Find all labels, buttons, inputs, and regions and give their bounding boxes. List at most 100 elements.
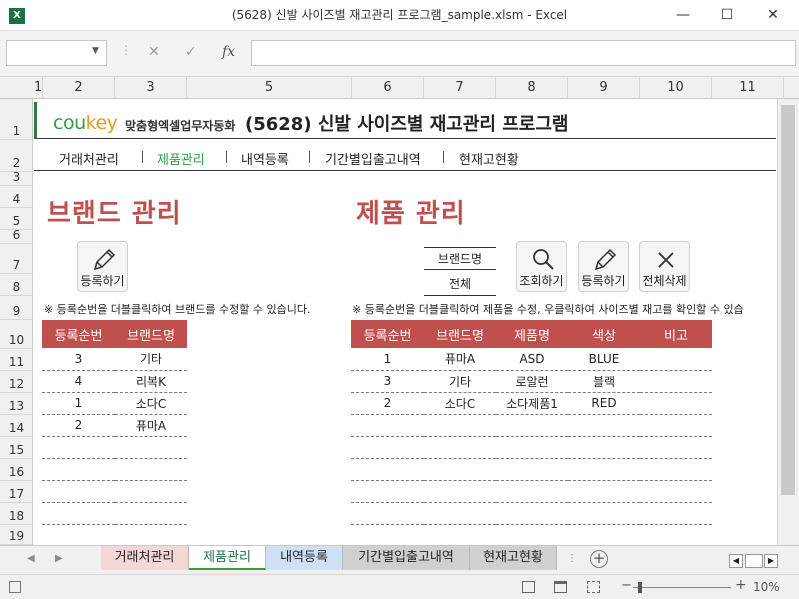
table-cell[interactable]: [640, 414, 712, 437]
table-row[interactable]: [42, 436, 187, 459]
row-header[interactable]: 4: [0, 186, 33, 208]
column-header[interactable]: 6: [352, 77, 424, 99]
table-cell[interactable]: [496, 458, 568, 481]
row-header[interactable]: 2: [0, 140, 33, 172]
table-cell[interactable]: [640, 392, 712, 415]
table-row[interactable]: [42, 480, 187, 503]
table-row[interactable]: 2 소다C 소다제품1 RED: [351, 392, 712, 415]
zoom-out-button[interactable]: −: [621, 578, 632, 593]
sheet-tab[interactable]: 기간별입출고내역: [343, 546, 470, 570]
table-cell[interactable]: [351, 458, 424, 481]
tab-prev-icon[interactable]: ◀: [27, 553, 35, 564]
table-cell[interactable]: [424, 502, 496, 525]
row-header[interactable]: 13: [0, 393, 33, 415]
tab-next-icon[interactable]: ▶: [55, 553, 63, 564]
table-cell[interactable]: [424, 414, 496, 437]
table-row[interactable]: [351, 480, 712, 503]
column-header[interactable]: 11: [712, 77, 784, 99]
vertical-scroll-thumb[interactable]: [781, 105, 795, 495]
close-button[interactable]: ✕: [751, 0, 795, 31]
table-cell[interactable]: [42, 524, 115, 545]
table-row[interactable]: 3 기타 로알런 블랙: [351, 370, 712, 393]
table-cell[interactable]: 2: [351, 392, 424, 415]
table-row[interactable]: 2 퓨마A: [42, 414, 187, 437]
minimize-button[interactable]: —: [661, 0, 705, 31]
sheet-tab[interactable]: 거래처관리: [101, 546, 189, 570]
menu-item-clients[interactable]: 거래처관리: [59, 149, 119, 168]
menu-item-products[interactable]: 제품관리: [157, 149, 205, 168]
table-cell[interactable]: 소다제품1: [496, 392, 568, 415]
column-header[interactable]: 5: [187, 77, 352, 99]
row-header[interactable]: 7: [0, 244, 33, 274]
table-cell[interactable]: [640, 480, 712, 503]
row-header[interactable]: 8: [0, 274, 33, 296]
column-header[interactable]: 7: [424, 77, 496, 99]
table-cell[interactable]: [351, 480, 424, 503]
table-cell[interactable]: [115, 436, 187, 459]
add-sheet-button[interactable]: +: [590, 550, 608, 568]
table-cell[interactable]: 3: [42, 348, 115, 371]
formula-input[interactable]: [251, 40, 796, 66]
table-cell[interactable]: [568, 436, 640, 459]
fx-icon[interactable]: fx: [222, 44, 235, 60]
maximize-button[interactable]: ☐: [705, 0, 749, 31]
row-header[interactable]: 16: [0, 459, 33, 481]
table-row[interactable]: [42, 502, 187, 525]
table-cell[interactable]: [42, 502, 115, 525]
cancel-icon[interactable]: ✕: [148, 44, 160, 60]
sheet-tab[interactable]: 내역등록: [266, 546, 343, 570]
table-cell[interactable]: [424, 458, 496, 481]
row-header[interactable]: 12: [0, 371, 33, 393]
column-header[interactable]: 3: [115, 77, 187, 99]
table-cell[interactable]: 퓨마A: [424, 348, 496, 371]
scroll-right-button[interactable]: ▶: [764, 554, 778, 568]
table-cell[interactable]: [115, 458, 187, 481]
horizontal-scrollbar[interactable]: [622, 552, 722, 566]
table-cell[interactable]: 소다C: [424, 392, 496, 415]
table-cell[interactable]: [351, 414, 424, 437]
more-tabs-icon[interactable]: ⋮: [567, 553, 577, 564]
menu-item-stock-status[interactable]: 현재고현황: [459, 149, 519, 168]
table-cell[interactable]: 로알런: [496, 370, 568, 393]
table-row[interactable]: [351, 436, 712, 459]
table-row[interactable]: [351, 524, 712, 545]
zoom-in-button[interactable]: +: [735, 577, 747, 593]
delete-all-button[interactable]: 전체삭제: [639, 241, 690, 292]
scroll-left-button[interactable]: ◀: [729, 554, 743, 568]
table-cell[interactable]: [351, 524, 424, 545]
zoom-level[interactable]: 10%: [753, 580, 780, 594]
table-cell[interactable]: BLUE: [568, 348, 640, 371]
table-cell[interactable]: 기타: [115, 348, 187, 371]
table-cell[interactable]: [424, 436, 496, 459]
brand-filter-select[interactable]: 전체: [424, 274, 496, 296]
table-cell[interactable]: RED: [568, 392, 640, 415]
table-cell[interactable]: [496, 480, 568, 503]
table-cell[interactable]: 3: [351, 370, 424, 393]
search-button[interactable]: 조회하기: [516, 241, 567, 292]
chevron-down-icon[interactable]: ▼: [92, 46, 99, 56]
table-cell[interactable]: [568, 458, 640, 481]
brand-register-button[interactable]: 등록하기: [77, 241, 128, 292]
table-cell[interactable]: 소다C: [115, 392, 187, 415]
row-header[interactable]: 6: [0, 228, 33, 244]
row-header[interactable]: 19: [0, 525, 33, 545]
table-cell[interactable]: [115, 480, 187, 503]
table-cell[interactable]: [568, 524, 640, 545]
table-row[interactable]: 4 리복K: [42, 370, 187, 393]
sheet-tab-active[interactable]: 제품관리: [189, 546, 266, 570]
table-cell[interactable]: [568, 480, 640, 503]
table-row[interactable]: 1 소다C: [42, 392, 187, 415]
zoom-slider-thumb[interactable]: [638, 582, 642, 593]
menu-item-period-history[interactable]: 기간별입출고내역: [325, 149, 421, 168]
macro-record-icon[interactable]: [9, 581, 21, 593]
table-row[interactable]: [351, 414, 712, 437]
table-cell[interactable]: 기타: [424, 370, 496, 393]
table-cell[interactable]: 리복K: [115, 370, 187, 393]
table-row[interactable]: [42, 458, 187, 481]
table-row[interactable]: 1 퓨마A ASD BLUE: [351, 348, 712, 371]
page-break-icon[interactable]: [587, 581, 600, 593]
table-cell[interactable]: [115, 502, 187, 525]
table-row[interactable]: [351, 502, 712, 525]
row-header[interactable]: 5: [0, 208, 33, 230]
table-row[interactable]: 3 기타: [42, 348, 187, 371]
